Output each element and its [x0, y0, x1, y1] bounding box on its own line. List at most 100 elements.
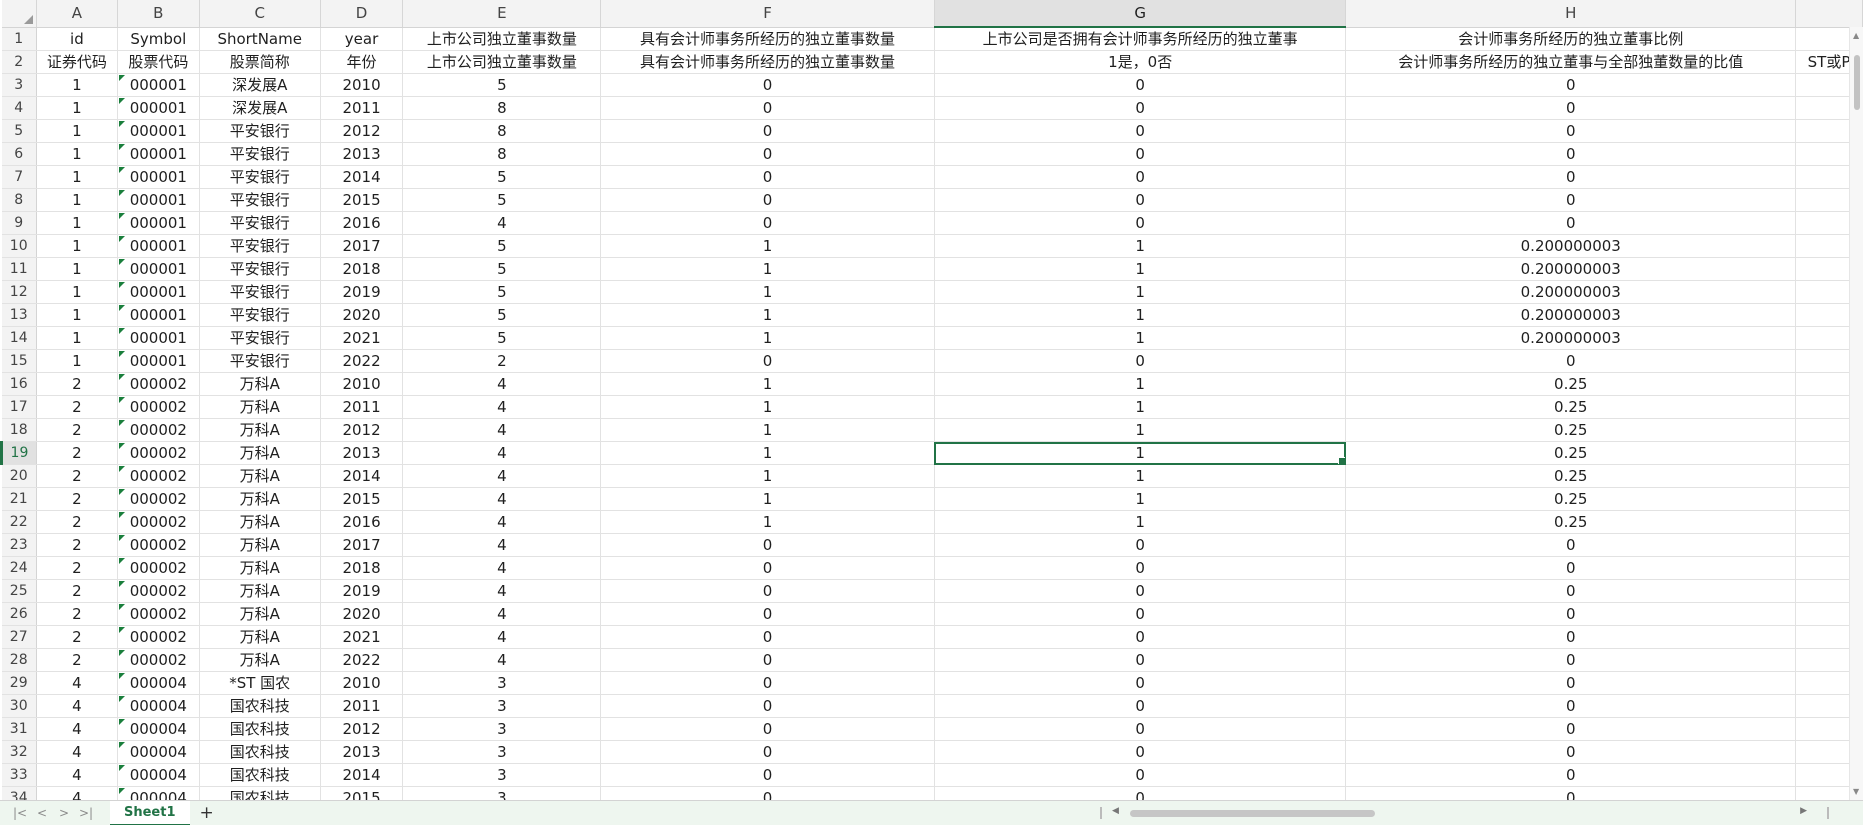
cell[interactable]: 0: [600, 671, 935, 695]
cell[interactable]: 国农科技: [199, 740, 321, 764]
cell[interactable]: 平安银行: [199, 280, 321, 304]
row-header[interactable]: 26: [1, 602, 37, 626]
cell[interactable]: 1: [934, 280, 1347, 304]
cell[interactable]: 1: [36, 257, 118, 281]
row-header[interactable]: 11: [1, 257, 37, 281]
scroll-left-arrow-icon[interactable]: ◀: [1112, 806, 1119, 816]
cell[interactable]: 0: [600, 142, 935, 166]
cell[interactable]: 0: [1345, 602, 1797, 626]
cell[interactable]: 0: [1345, 579, 1797, 603]
cell[interactable]: 0: [934, 73, 1347, 97]
row-header[interactable]: 30: [1, 694, 37, 718]
row-header[interactable]: 28: [1, 648, 37, 672]
cell[interactable]: 0.200000003: [1345, 280, 1797, 304]
cell[interactable]: 2011: [320, 96, 404, 120]
cell[interactable]: 000004: [117, 763, 200, 787]
cell[interactable]: 0: [934, 533, 1347, 557]
cell[interactable]: 深发展A: [199, 73, 321, 97]
horizontal-scrollbar[interactable]: ◀ ▶: [1100, 806, 1835, 819]
row-header[interactable]: 16: [1, 372, 37, 396]
cell[interactable]: 1: [36, 96, 118, 120]
cell[interactable]: 0: [1345, 763, 1797, 787]
cell[interactable]: 0: [934, 165, 1347, 189]
cell[interactable]: 2: [36, 625, 118, 649]
cell[interactable]: 4: [402, 625, 602, 649]
cell[interactable]: 0: [1345, 119, 1797, 143]
cell[interactable]: 0: [600, 763, 935, 787]
cell[interactable]: 1: [600, 303, 935, 327]
cell[interactable]: 股票简称: [199, 50, 321, 74]
cell[interactable]: id: [36, 27, 118, 51]
row-header[interactable]: 21: [1, 487, 37, 511]
row-header[interactable]: 29: [1, 671, 37, 695]
cell[interactable]: 000002: [117, 395, 200, 419]
cell[interactable]: 万科A: [199, 372, 321, 396]
cell[interactable]: 上市公司独立董事数量: [402, 50, 602, 74]
cell[interactable]: 0.200000003: [1345, 257, 1797, 281]
column-header[interactable]: D: [320, 0, 404, 28]
cell[interactable]: 000002: [117, 372, 200, 396]
column-header[interactable]: G: [934, 0, 1347, 28]
cell[interactable]: 1: [934, 326, 1347, 350]
cell[interactable]: 0: [934, 142, 1347, 166]
cell[interactable]: 2: [36, 510, 118, 534]
cell[interactable]: 2011: [320, 395, 404, 419]
cell[interactable]: 0.25: [1345, 418, 1797, 442]
cell[interactable]: 0: [934, 740, 1347, 764]
cell[interactable]: 万科A: [199, 510, 321, 534]
cell[interactable]: 平安银行: [199, 234, 321, 258]
cell[interactable]: 4: [402, 372, 602, 396]
cell[interactable]: 3: [402, 763, 602, 787]
column-header[interactable]: [1795, 0, 1863, 28]
row-header[interactable]: 3: [1, 73, 37, 97]
cell[interactable]: 000002: [117, 533, 200, 557]
cell[interactable]: 000001: [117, 119, 200, 143]
cell[interactable]: 2011: [320, 694, 404, 718]
cell[interactable]: 0: [934, 96, 1347, 120]
cell[interactable]: 5: [402, 165, 602, 189]
row-header[interactable]: 23: [1, 533, 37, 557]
cell[interactable]: 0: [600, 73, 935, 97]
cell[interactable]: 1: [934, 395, 1347, 419]
first-sheet-icon[interactable]: |<: [10, 806, 30, 820]
cell[interactable]: 万科A: [199, 533, 321, 557]
cell[interactable]: 0: [600, 694, 935, 718]
cell[interactable]: 0.200000003: [1345, 234, 1797, 258]
cell[interactable]: 3: [402, 740, 602, 764]
cell[interactable]: 000004: [117, 671, 200, 695]
cell[interactable]: 1: [934, 441, 1347, 465]
cell[interactable]: 0: [600, 119, 935, 143]
cell[interactable]: 3: [402, 671, 602, 695]
cell[interactable]: 000001: [117, 165, 200, 189]
cell[interactable]: 5: [402, 280, 602, 304]
cell[interactable]: 1是，0否: [934, 50, 1347, 74]
cell[interactable]: 会计师事务所经历的独立董事与全部独董数量的比值: [1345, 50, 1797, 74]
cell[interactable]: 0.25: [1345, 464, 1797, 488]
cell[interactable]: 4: [402, 395, 602, 419]
cell[interactable]: 2015: [320, 487, 404, 511]
cell[interactable]: 0: [1345, 188, 1797, 212]
cell[interactable]: 2021: [320, 625, 404, 649]
cell[interactable]: 2013: [320, 142, 404, 166]
cell[interactable]: 2020: [320, 303, 404, 327]
cell[interactable]: 000001: [117, 349, 200, 373]
row-header[interactable]: 4: [1, 96, 37, 120]
cell[interactable]: 0.25: [1345, 372, 1797, 396]
cell[interactable]: 2: [36, 648, 118, 672]
cell[interactable]: 000001: [117, 188, 200, 212]
row-header[interactable]: 18: [1, 418, 37, 442]
column-header[interactable]: E: [402, 0, 602, 28]
cell[interactable]: 0: [600, 740, 935, 764]
cell[interactable]: 1: [600, 326, 935, 350]
cell[interactable]: Symbol: [117, 27, 200, 51]
cell[interactable]: 1: [36, 234, 118, 258]
cell[interactable]: 4: [36, 740, 118, 764]
cell[interactable]: 0: [1345, 533, 1797, 557]
cell[interactable]: 0: [934, 349, 1347, 373]
cell[interactable]: 2010: [320, 372, 404, 396]
cell[interactable]: 2: [402, 349, 602, 373]
cell[interactable]: 0: [1345, 211, 1797, 235]
column-header[interactable]: C: [199, 0, 321, 28]
cell[interactable]: 0: [1345, 96, 1797, 120]
row-header[interactable]: 10: [1, 234, 37, 258]
